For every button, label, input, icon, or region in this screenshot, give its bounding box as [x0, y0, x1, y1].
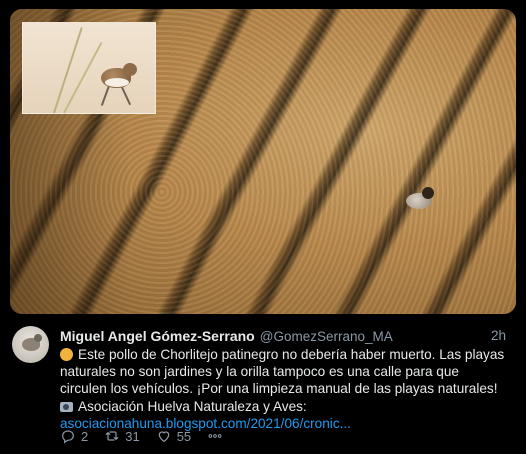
reply-icon: [62, 430, 74, 444]
tweet-text: Este pollo de Chorlitejo patinegro no de…: [60, 346, 512, 432]
heart-icon: [158, 431, 169, 442]
more-button[interactable]: [207, 428, 228, 444]
tweet-line-2: naturales no son jardines y la orilla ta…: [60, 364, 459, 380]
tweet-header: Miguel Angel Gómez-Serrano @GomezSerrano…: [60, 328, 506, 346]
tweet-line-4: Asociación Huelva Naturaleza y Aves:: [78, 398, 307, 414]
author-handle[interactable]: @GomezSerrano_MA: [260, 329, 393, 344]
reply-button[interactable]: 2: [60, 428, 88, 444]
inset-chick-photo: [22, 22, 156, 114]
like-count: 55: [176, 428, 192, 444]
face-emoji-icon: [60, 348, 73, 361]
tweet-actions: 2 31 55: [60, 427, 244, 445]
more-icon: [208, 434, 222, 438]
camera-emoji-icon: [60, 401, 73, 412]
tweet-time[interactable]: 2h: [491, 328, 506, 343]
like-button[interactable]: 55: [156, 428, 191, 444]
retweet-icon: [105, 431, 119, 441]
avatar[interactable]: [12, 326, 49, 363]
dead-chick-figure: [402, 187, 438, 211]
tweet-line-1: Este pollo de Chorlitejo patinegro no de…: [78, 347, 505, 362]
retweet-button[interactable]: 31: [104, 428, 140, 444]
reply-count: 2: [81, 428, 89, 444]
tweet-line-3: circulen los vehículos. ¡Por una limpiez…: [60, 381, 498, 397]
retweet-count: 31: [125, 428, 140, 444]
author-name[interactable]: Miguel Angel Gómez-Serrano: [60, 328, 255, 344]
